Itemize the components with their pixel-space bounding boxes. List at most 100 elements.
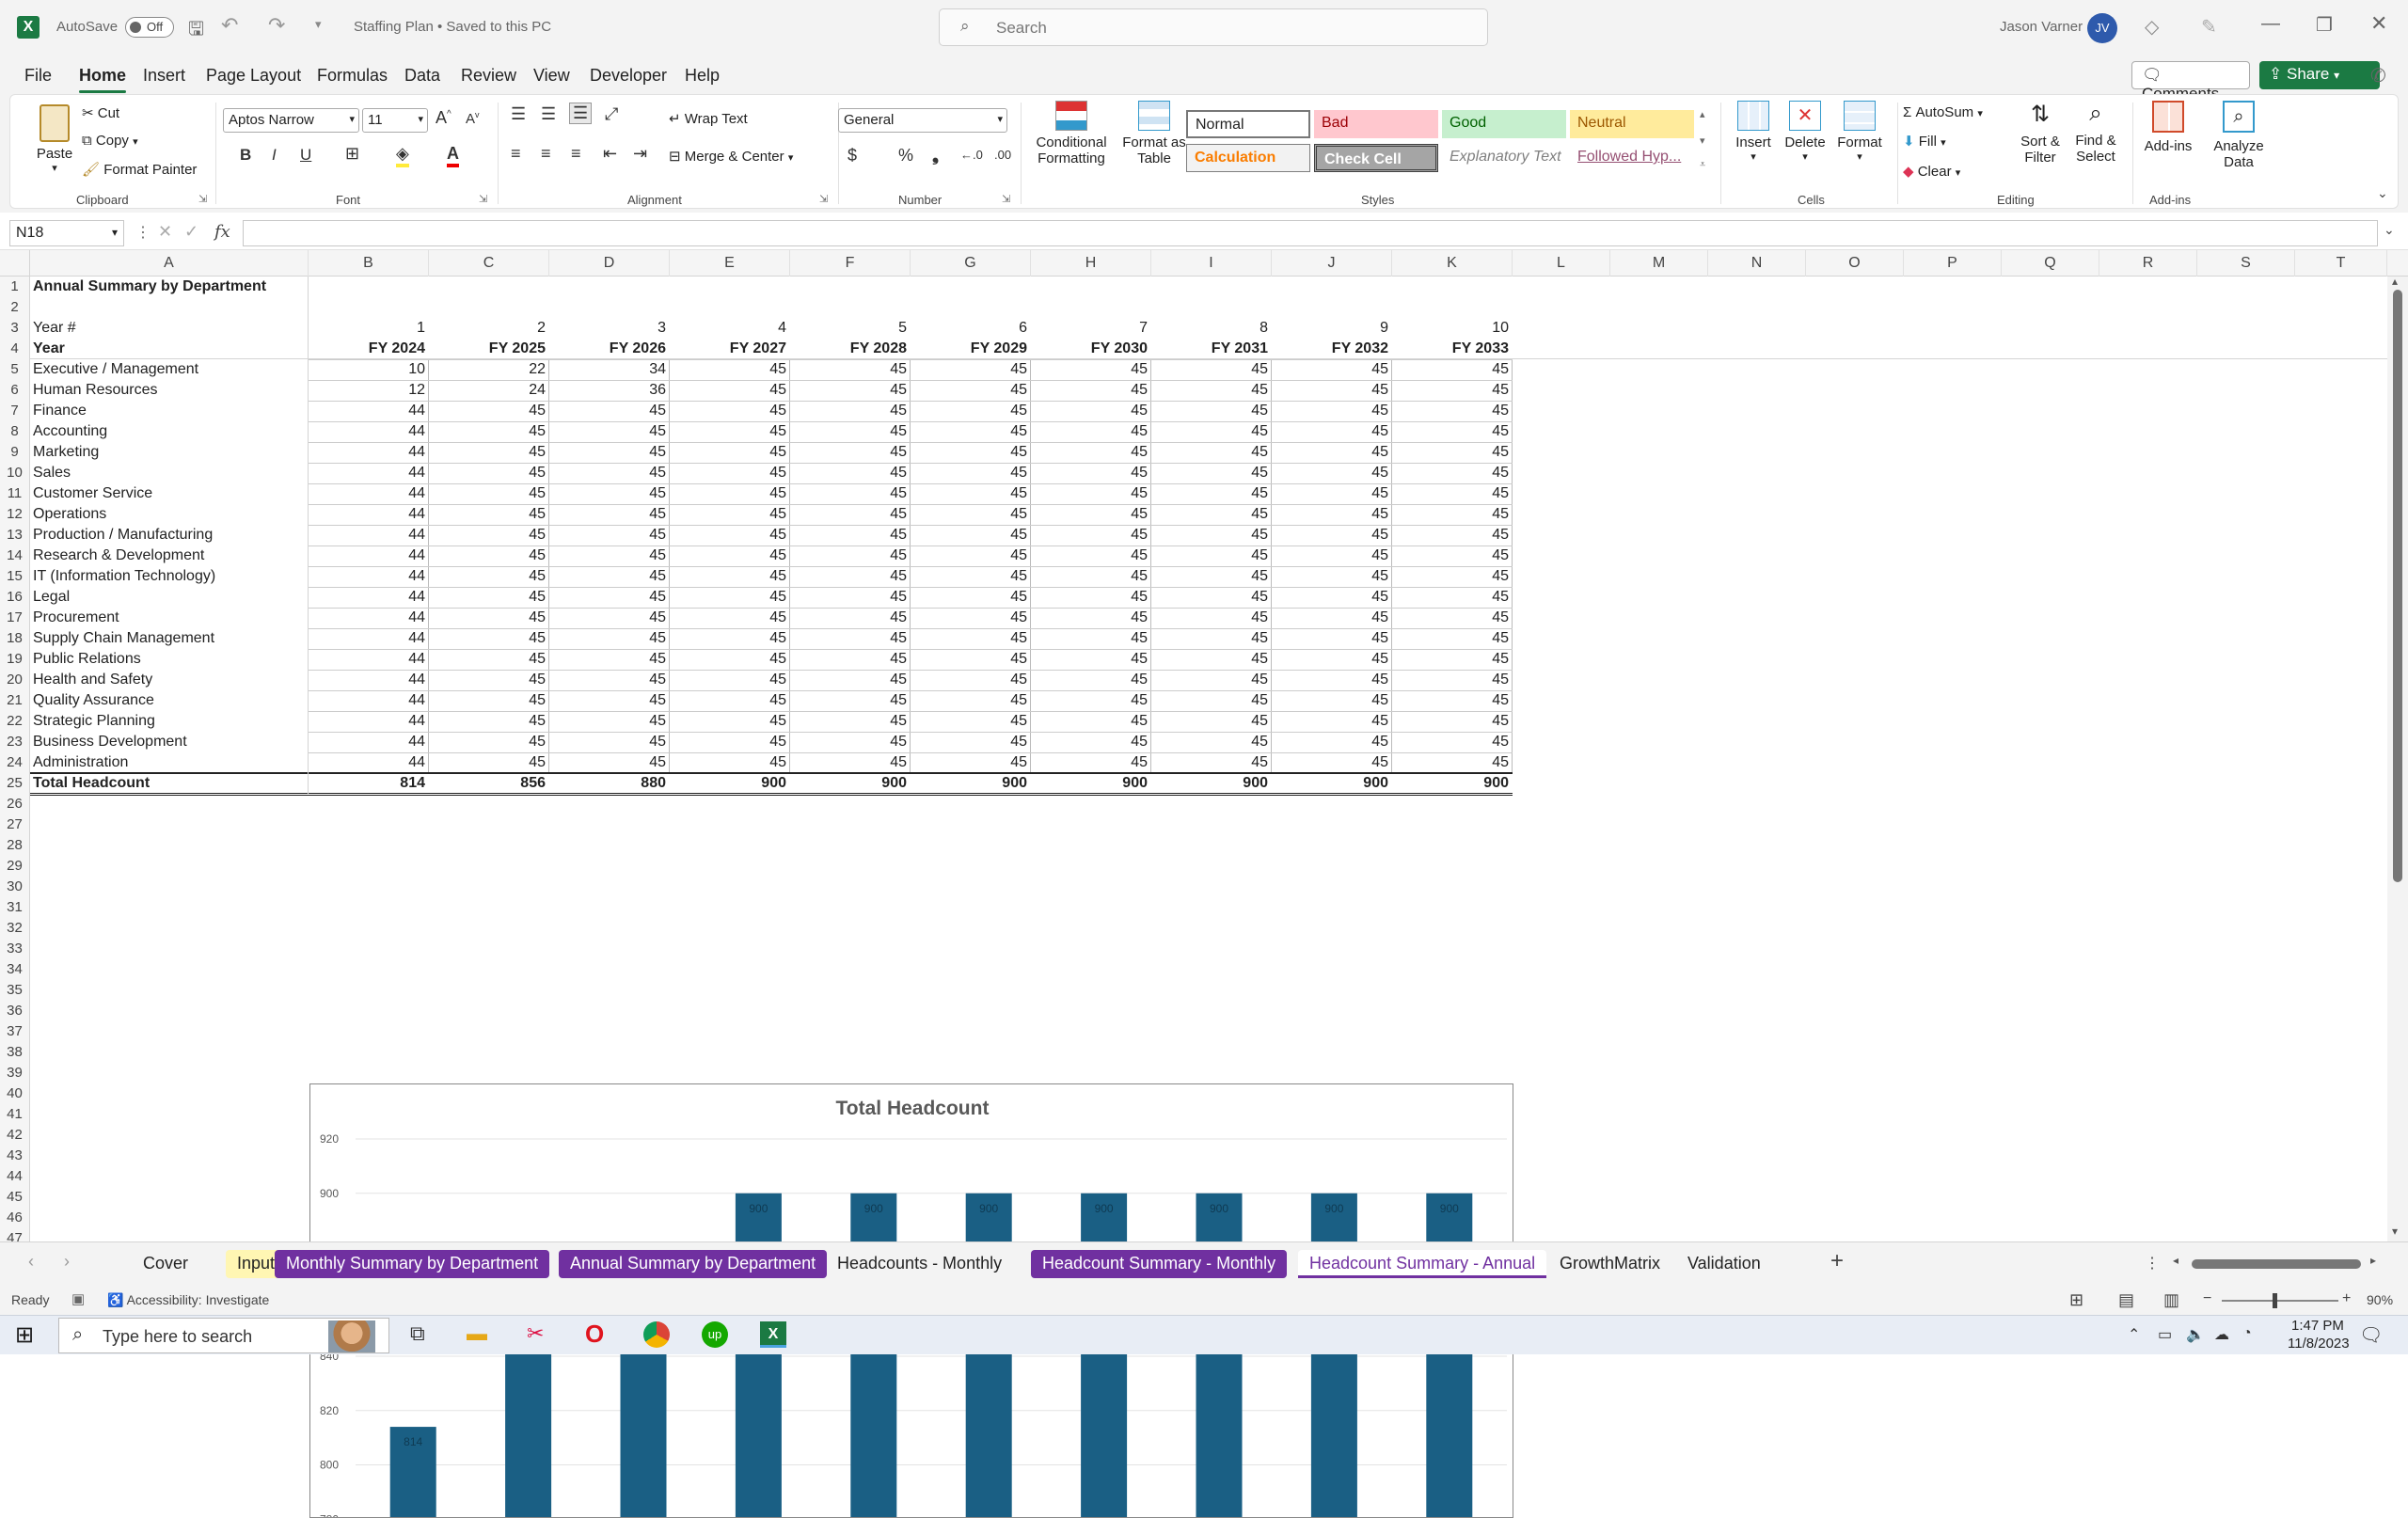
column-header-b[interactable]: B: [309, 250, 429, 277]
department-name[interactable]: Supply Chain Management: [30, 628, 309, 649]
headcount-cell[interactable]: 45: [790, 380, 911, 401]
row-header[interactable]: 35: [0, 980, 30, 1001]
headcount-cell[interactable]: 45: [1151, 401, 1272, 421]
headcount-cell[interactable]: 45: [1151, 670, 1272, 690]
column-header-d[interactable]: D: [549, 250, 670, 277]
opera-icon[interactable]: O: [585, 1320, 604, 1349]
font-color-icon[interactable]: A: [447, 144, 459, 167]
headcount-cell[interactable]: 45: [1272, 483, 1392, 504]
headcount-cell[interactable]: 45: [911, 587, 1031, 608]
row-header[interactable]: 20: [0, 670, 30, 690]
department-name[interactable]: Human Resources: [30, 380, 309, 401]
row-header[interactable]: 17: [0, 608, 30, 628]
headcount-cell[interactable]: 45: [1392, 752, 1513, 773]
headcount-cell[interactable]: 45: [911, 628, 1031, 649]
column-header-q[interactable]: Q: [2002, 250, 2099, 277]
headcount-cell[interactable]: 45: [1151, 380, 1272, 401]
headcount-cell[interactable]: 45: [670, 546, 790, 566]
headcount-cell[interactable]: 45: [1272, 421, 1392, 442]
column-header-h[interactable]: H: [1031, 250, 1151, 277]
year-header-cell[interactable]: FY 2031: [1151, 339, 1272, 359]
align-bottom-icon[interactable]: ☰: [569, 103, 592, 124]
column-header-g[interactable]: G: [911, 250, 1031, 277]
headcount-cell[interactable]: 45: [790, 690, 911, 711]
tab-headcounts-monthly[interactable]: Headcounts - Monthly: [826, 1250, 1013, 1278]
headcount-cell[interactable]: 45: [549, 442, 670, 463]
italic-button[interactable]: I: [272, 146, 277, 165]
style-bad[interactable]: Bad: [1314, 110, 1438, 138]
menu-insert[interactable]: Insert: [143, 66, 185, 86]
row-header[interactable]: 37: [0, 1021, 30, 1042]
find-select-button[interactable]: ⌕ Find & Select: [2067, 101, 2125, 165]
menu-view[interactable]: View: [533, 66, 570, 86]
hscroll-left-icon[interactable]: ◂: [2173, 1254, 2178, 1267]
headcount-cell[interactable]: 45: [1151, 483, 1272, 504]
style-calculation[interactable]: Calculation: [1186, 144, 1310, 172]
headcount-cell[interactable]: 45: [1392, 711, 1513, 732]
headcount-cell[interactable]: 45: [1031, 401, 1151, 421]
headcount-cell[interactable]: 45: [1392, 628, 1513, 649]
tray-cloud-icon[interactable]: ☁: [2214, 1325, 2229, 1344]
headcount-cell[interactable]: 44: [309, 442, 429, 463]
row-header[interactable]: 23: [0, 732, 30, 752]
font-size-select[interactable]: 11▾: [362, 108, 428, 133]
headcount-cell[interactable]: 45: [429, 608, 549, 628]
scroll-down-icon[interactable]: ▾: [2392, 1225, 2398, 1238]
headcount-cell[interactable]: 45: [1151, 421, 1272, 442]
headcount-cell[interactable]: 45: [1272, 587, 1392, 608]
tab-headcount-summary-annual[interactable]: Headcount Summary - Annual: [1298, 1250, 1546, 1278]
search-box[interactable]: ⌕ Search: [939, 8, 1488, 46]
clock-date[interactable]: 11/8/2023: [2288, 1336, 2350, 1352]
total-cell[interactable]: 880: [549, 773, 670, 794]
headcount-cell[interactable]: 45: [1151, 608, 1272, 628]
year-header-cell[interactable]: FY 2029: [911, 339, 1031, 359]
row-header[interactable]: 2: [0, 297, 30, 318]
headcount-cell[interactable]: 45: [670, 711, 790, 732]
redo-icon[interactable]: ↷: [268, 13, 285, 38]
headcount-cell[interactable]: 45: [549, 483, 670, 504]
user-name[interactable]: Jason Varner: [2000, 19, 2083, 35]
headcount-cell[interactable]: 44: [309, 608, 429, 628]
headcount-cell[interactable]: 45: [429, 690, 549, 711]
row-header[interactable]: 5: [0, 359, 30, 380]
total-label[interactable]: Total Headcount: [30, 773, 309, 794]
headcount-cell[interactable]: 45: [1031, 752, 1151, 773]
headcount-cell[interactable]: 45: [429, 504, 549, 525]
year-header-cell[interactable]: FY 2025: [429, 339, 549, 359]
headcount-cell[interactable]: 45: [1151, 442, 1272, 463]
year-num-cell[interactable]: 9: [1272, 318, 1392, 339]
headcount-cell[interactable]: 44: [309, 401, 429, 421]
headcount-cell[interactable]: 45: [429, 587, 549, 608]
autosum-button[interactable]: Σ AutoSum ▾: [1903, 104, 1983, 120]
headcount-cell[interactable]: 45: [911, 359, 1031, 380]
menu-formulas[interactable]: Formulas: [317, 66, 388, 86]
paste-button[interactable]: Paste ▾: [29, 101, 80, 180]
headcount-cell[interactable]: 45: [670, 608, 790, 628]
insert-function-icon[interactable]: fx: [214, 222, 230, 242]
clock-time[interactable]: 1:47 PM: [2291, 1318, 2344, 1334]
headcount-cell[interactable]: 45: [1151, 690, 1272, 711]
department-name[interactable]: Accounting: [30, 421, 309, 442]
headcount-cell[interactable]: 45: [1272, 442, 1392, 463]
column-header-o[interactable]: O: [1806, 250, 1904, 277]
headcount-cell[interactable]: 45: [790, 463, 911, 483]
format-as-table-button[interactable]: Format as Table: [1117, 101, 1192, 166]
underline-button[interactable]: U: [300, 146, 311, 165]
tab-scroll-right-icon[interactable]: ›: [64, 1252, 70, 1272]
menu-help[interactable]: Help: [685, 66, 720, 86]
headcount-cell[interactable]: 22: [429, 359, 549, 380]
taskbar-search[interactable]: ⌕ Type here to search: [58, 1318, 389, 1353]
headcount-cell[interactable]: 44: [309, 525, 429, 546]
headcount-cell[interactable]: 45: [670, 690, 790, 711]
hscroll-thumb[interactable]: [2192, 1259, 2361, 1269]
department-name[interactable]: Business Development: [30, 732, 309, 752]
headcount-cell[interactable]: 45: [670, 628, 790, 649]
headcount-cell[interactable]: 45: [1272, 752, 1392, 773]
headcount-cell[interactable]: 45: [1392, 504, 1513, 525]
department-name[interactable]: Sales: [30, 463, 309, 483]
headcount-cell[interactable]: 45: [1272, 628, 1392, 649]
row-header[interactable]: 9: [0, 442, 30, 463]
headcount-cell[interactable]: 45: [790, 401, 911, 421]
row-header[interactable]: 13: [0, 525, 30, 546]
headcount-cell[interactable]: 45: [911, 670, 1031, 690]
